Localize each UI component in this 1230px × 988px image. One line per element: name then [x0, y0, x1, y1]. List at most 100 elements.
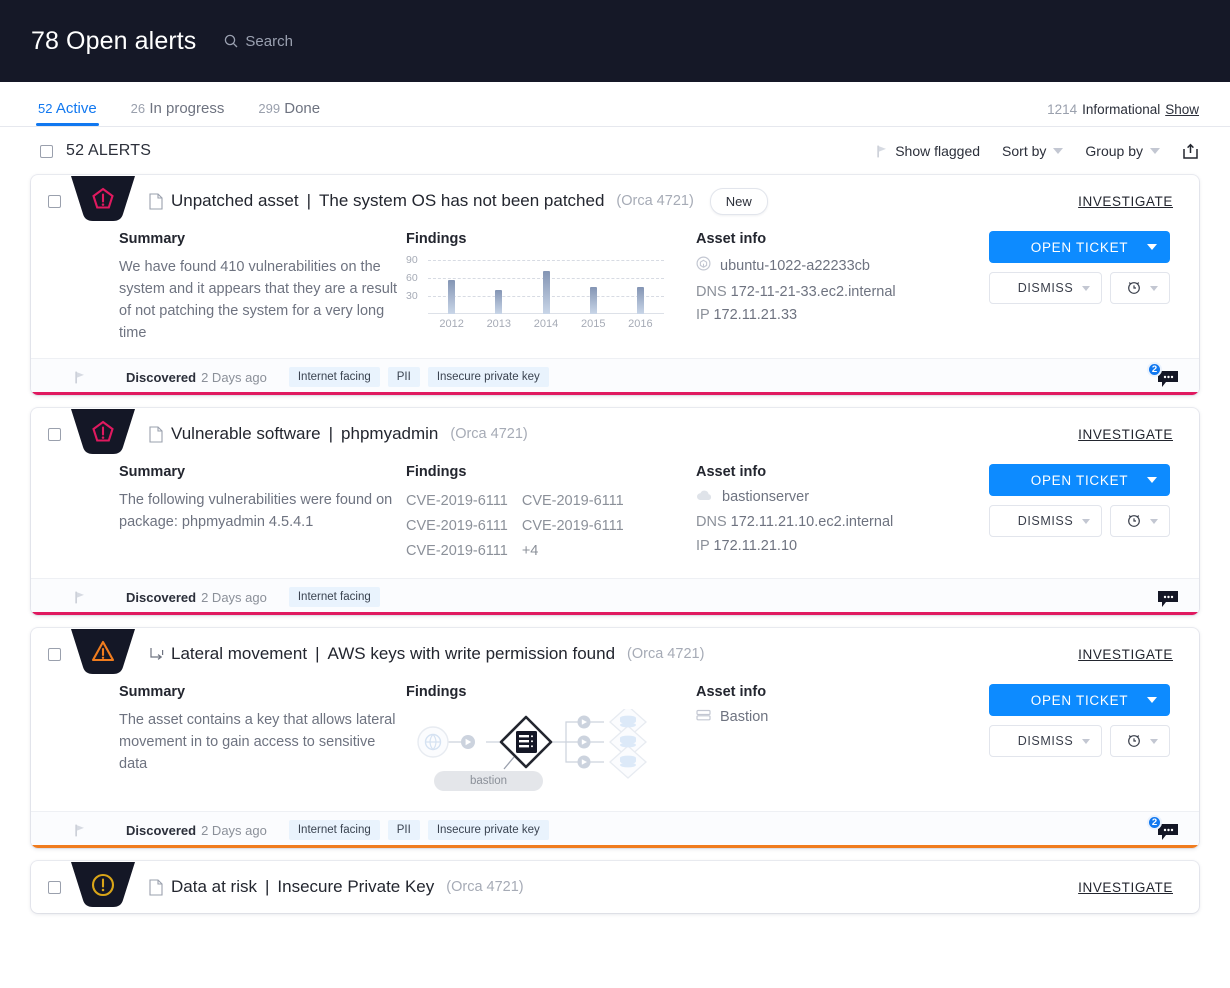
alert-title-group: Data at risk | Insecure Private Key (Orc…: [149, 877, 524, 897]
dns-label: DNS: [696, 284, 727, 300]
alert-card-header: Vulnerable software | phpmyadmin (Orca 4…: [31, 408, 1199, 460]
tag[interactable]: Insecure private key: [427, 820, 549, 841]
tab-done[interactable]: 299 Done: [258, 100, 320, 126]
flag-icon[interactable]: [75, 591, 86, 604]
summary-label: Summary: [119, 684, 186, 701]
tab-in-progress[interactable]: 26 In progress: [131, 100, 225, 126]
chevron-down-icon: [1150, 148, 1160, 154]
asset-name-row: bastionserver: [696, 489, 946, 505]
asset-name: bastionserver: [722, 489, 810, 506]
search-input[interactable]: Search: [224, 33, 293, 50]
investigate-link[interactable]: INVESTIGATE: [1078, 880, 1173, 895]
status-badge[interactable]: New: [709, 187, 768, 215]
title-separator: |: [306, 191, 312, 210]
chevron-down-icon: [1150, 518, 1158, 524]
alarm-clock-icon: [1126, 732, 1142, 751]
alert-card-header: Unpatched asset | The system OS has not …: [31, 175, 1199, 227]
group-by-dropdown[interactable]: Group by: [1085, 143, 1160, 159]
summary-text: The following vulnerabilities were found…: [119, 492, 393, 531]
alerts-list: Unpatched asset | The system OS has not …: [0, 175, 1230, 914]
toolbar-actions: Show flagged Sort by Group by: [877, 143, 1199, 160]
asset-info-column: Asset info bastionserver DNS 172.11.21.1…: [696, 464, 946, 564]
asset-info-label: Asset info: [696, 684, 767, 701]
alert-title: Data at risk: [171, 877, 257, 897]
asset-info-column: Asset info ubuntu-1022-a22233cb DNS 172-…: [696, 231, 946, 344]
investigate-link[interactable]: INVESTIGATE: [1078, 647, 1173, 662]
comments-button[interactable]: [1145, 584, 1179, 610]
x-tick-0: 2012: [439, 318, 464, 330]
alert-card[interactable]: Lateral movement | AWS keys with write p…: [31, 628, 1199, 849]
tag[interactable]: Internet facing: [288, 367, 380, 388]
alert-select-checkbox[interactable]: [48, 194, 61, 208]
findings-label: Findings: [406, 231, 467, 247]
open-ticket-button[interactable]: OPEN TICKET: [989, 684, 1170, 717]
summary-column: Summary The asset contains a key that al…: [31, 684, 406, 797]
findings-label: Findings: [406, 684, 467, 701]
x-tick-4: 2016: [628, 318, 653, 330]
sort-by-dropdown[interactable]: Sort by: [1002, 143, 1064, 159]
open-ticket-label: OPEN TICKET: [1030, 692, 1129, 708]
select-all-checkbox[interactable]: [40, 144, 53, 158]
alert-select-checkbox[interactable]: [48, 880, 61, 894]
show-flagged-button[interactable]: Show flagged: [877, 143, 980, 159]
open-ticket-button[interactable]: OPEN TICKET: [989, 231, 1170, 263]
alert-subtitle: AWS keys with write permission found: [327, 644, 616, 664]
tag[interactable]: PII: [387, 367, 420, 388]
flag-icon[interactable]: [75, 371, 86, 384]
investigate-link[interactable]: INVESTIGATE: [1078, 427, 1173, 442]
alarm-clock-icon: [1126, 512, 1142, 531]
open-ticket-button[interactable]: OPEN TICKET: [989, 464, 1170, 497]
tabs-bar: 52 Active 26 In progress 299 Done 1214 I…: [0, 82, 1230, 127]
alert-title-group: Unpatched asset | The system OS has not …: [149, 191, 694, 211]
comment-bubble-icon: [1157, 590, 1179, 608]
investigate-link[interactable]: INVESTIGATE: [1078, 194, 1173, 209]
chart-plot-area: 90 60 30: [406, 254, 664, 314]
flag-icon[interactable]: [75, 824, 86, 837]
alert-card-body: Summary The asset contains a key that al…: [31, 680, 1199, 811]
tab-active-label: Active: [55, 100, 97, 117]
alert-select-checkbox[interactable]: [48, 427, 61, 441]
y-tick-90: 90: [406, 254, 418, 266]
search-placeholder: Search: [245, 32, 293, 50]
alert-card-footer: Discovered 2 Days ago Internet facing PI…: [31, 358, 1199, 396]
chart-x-labels: 2012 2013 2014 2015 2016: [428, 318, 664, 330]
summary-column: Summary The following vulnerabilities we…: [31, 464, 406, 564]
tag[interactable]: Internet facing: [288, 820, 380, 841]
comments-button[interactable]: 2: [1145, 362, 1179, 390]
dismiss-button[interactable]: DISMISS: [989, 505, 1102, 538]
tab-done-count: 299: [258, 101, 281, 116]
lateral-movement-icon: [149, 646, 164, 663]
tab-active[interactable]: 52 Active: [36, 100, 99, 126]
y-tick-60: 60: [406, 272, 418, 284]
severity-accent-bar: [31, 845, 1199, 849]
comments-button[interactable]: 2: [1145, 815, 1179, 843]
share-export-icon[interactable]: [1182, 143, 1199, 160]
x-tick-1: 2013: [486, 318, 512, 330]
snooze-button[interactable]: [1110, 725, 1170, 758]
chevron-down-icon: [1082, 518, 1090, 524]
alert-card[interactable]: Data at risk | Insecure Private Key (Orc…: [31, 861, 1199, 914]
discovered-label: Discovered: [126, 822, 197, 838]
findings-column: Findings CVE-2019-6111 CVE-2019-6111 CVE…: [406, 464, 696, 564]
bar-2016: [636, 287, 644, 314]
snooze-button[interactable]: [1110, 272, 1170, 304]
chevron-down-icon: [1053, 148, 1064, 154]
asset-name: ubuntu-1022-a22233cb: [720, 257, 870, 274]
discovered-time: 2 Days ago: [201, 589, 267, 605]
snooze-button[interactable]: [1110, 505, 1170, 538]
tag[interactable]: PII: [387, 820, 420, 841]
cve-id: CVE-2019-6111: [521, 493, 624, 510]
y-tick-30: 30: [406, 290, 418, 302]
dismiss-button[interactable]: DISMISS: [989, 272, 1102, 304]
asset-name: Bastion: [720, 709, 769, 726]
alert-select-checkbox[interactable]: [48, 647, 61, 661]
alert-card[interactable]: Unpatched asset | The system OS has not …: [31, 175, 1199, 396]
severity-badge-medium: [71, 862, 135, 908]
dismiss-button[interactable]: DISMISS: [989, 725, 1102, 758]
tag[interactable]: Insecure private key: [427, 367, 549, 388]
chevron-down-icon: [1082, 738, 1090, 744]
tag[interactable]: Internet facing: [288, 587, 380, 608]
show-informational-link[interactable]: Show: [1165, 102, 1199, 117]
alert-card[interactable]: Vulnerable software | phpmyadmin (Orca 4…: [31, 408, 1199, 616]
findings-column: Findings bastion: [406, 684, 696, 797]
